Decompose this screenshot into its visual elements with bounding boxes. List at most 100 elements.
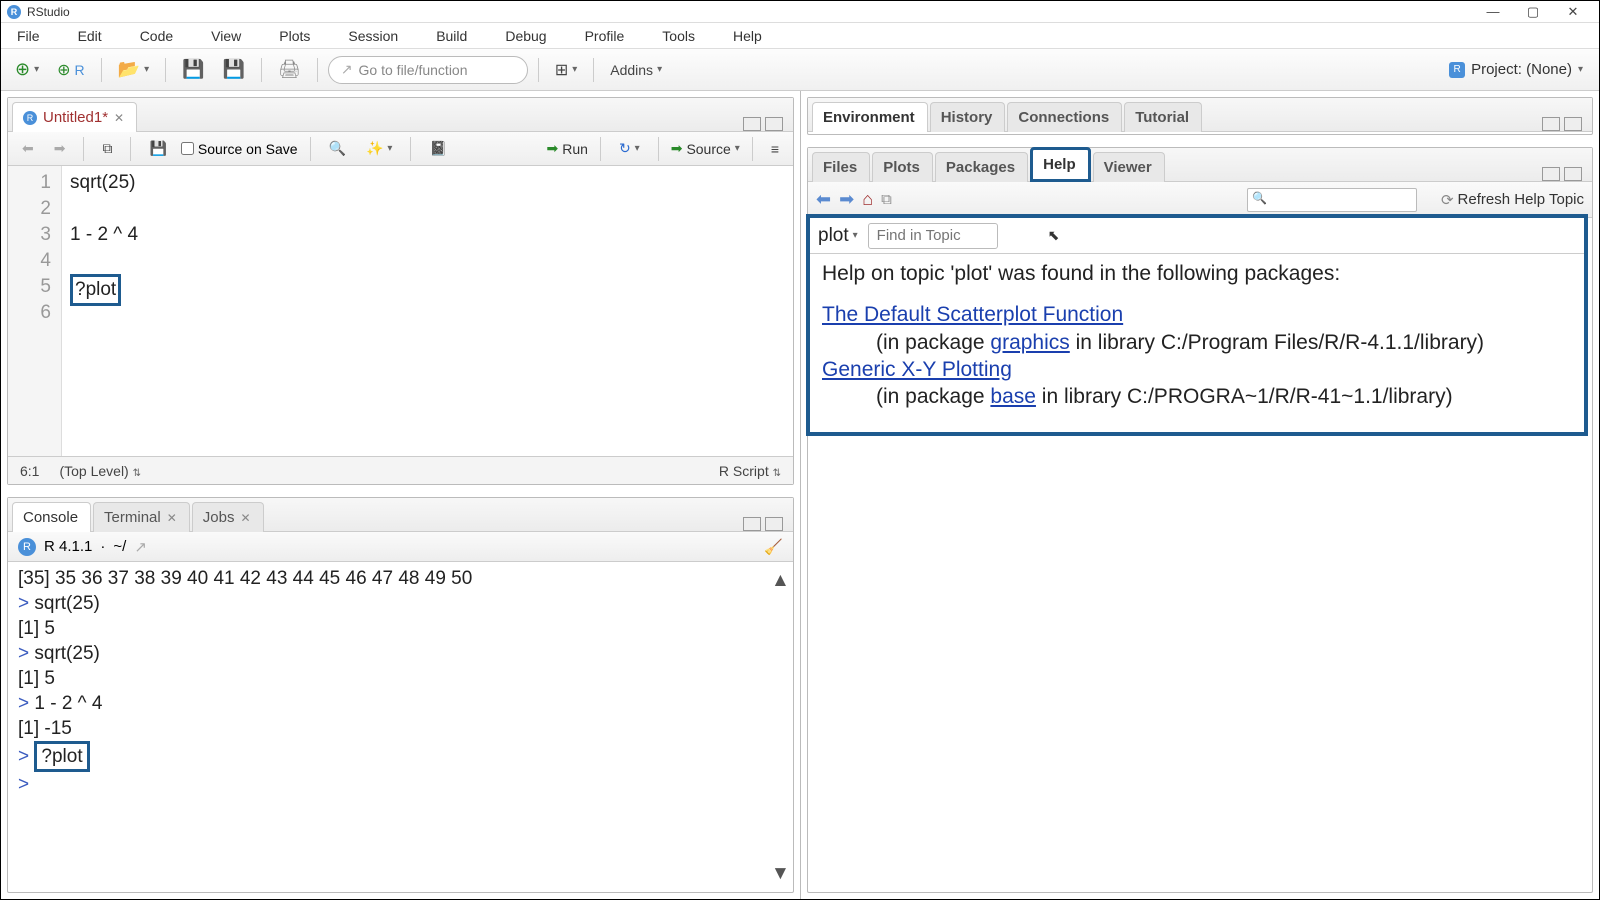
rstudio-logo-icon: R [7,5,21,19]
minimize-pane-icon[interactable] [1542,167,1560,181]
help-home-icon[interactable]: ⌂ [862,189,873,210]
notebook-button[interactable]: 📓 [423,136,452,161]
find-button[interactable]: 🔍 [323,136,352,161]
help-tabs: Files Plots Packages Help Viewer [808,148,1592,182]
refresh-help-button[interactable]: ⟳Refresh Help Topic [1441,191,1584,209]
outline-button[interactable]: ≡ [765,137,785,161]
editor-body[interactable]: 123456 sqrt(25) 1 - 2 ^ 4 ?plot [8,166,793,456]
new-project-button[interactable]: ⊕R [51,56,91,84]
help-package-link[interactable]: graphics [990,331,1069,354]
grid-view-button[interactable]: ⊞▾ [549,56,583,84]
menu-session[interactable]: Session [348,28,398,44]
menu-file[interactable]: File [17,28,40,44]
help-result-link[interactable]: Generic X-Y Plotting [822,358,1012,381]
help-result-link[interactable]: The Default Scatterplot Function [822,303,1123,326]
console-pane: Console Terminal ✕ Jobs ✕ R R 4.1.1 · ~/… [7,497,794,893]
minimize-button[interactable]: — [1473,4,1513,19]
help-popout-icon[interactable]: ⧉ [881,191,892,208]
menu-code[interactable]: Code [140,28,173,44]
tab-history[interactable]: History [930,102,1006,132]
editor-statusbar: 6:1 (Top Level) ⇅ R Script ⇅ [8,456,793,484]
menu-view[interactable]: View [211,28,241,44]
close-button[interactable]: ✕ [1553,4,1593,20]
minimize-pane-icon[interactable] [743,517,761,531]
help-back-button[interactable]: ⬅ [816,189,831,210]
menu-help[interactable]: Help [733,28,762,44]
menu-tools[interactable]: Tools [662,28,695,44]
wand-button[interactable]: ✨▾ [360,136,398,161]
separator [261,58,262,82]
tab-console[interactable]: Console [12,502,91,532]
code-area[interactable]: sqrt(25) 1 - 2 ^ 4 ?plot [62,166,793,456]
maximize-pane-icon[interactable] [765,117,783,131]
tab-help[interactable]: Help [1030,147,1091,182]
clear-console-icon[interactable]: 🧹 [764,538,783,556]
file-type-selector[interactable]: R Script ⇅ [719,463,781,479]
maximize-pane-icon[interactable] [1564,167,1582,181]
save-button[interactable]: 💾 [176,55,210,84]
minimize-pane-icon[interactable] [743,117,761,131]
console-output[interactable]: ▲ ▼ [35] 35 36 37 38 39 40 41 42 43 44 4… [8,562,793,892]
separator [538,58,539,82]
forward-button[interactable]: ➡ [48,136,72,161]
tab-plots[interactable]: Plots [872,152,933,182]
show-in-new-window-button[interactable]: ⧉ [96,136,118,161]
maximize-button[interactable]: ▢ [1513,4,1553,20]
menu-build[interactable]: Build [436,28,467,44]
help-toolbar: ⬅ ➡ ⌂ ⧉ ⟳Refresh Help Topic [808,182,1592,218]
tab-packages[interactable]: Packages [935,152,1028,182]
help-heading: Help on topic 'plot' was found in the fo… [822,260,1572,287]
tab-environment[interactable]: Environment [812,102,928,132]
addins-button[interactable]: Addins ▾ [604,58,668,82]
scroll-up-icon[interactable]: ▲ [771,568,791,593]
separator [101,58,102,82]
help-topic-selector[interactable]: plot ▾ [818,225,858,247]
source-pane: R Untitled1* ✕ ⬅ ➡ ⧉ 💾 Source on Save [7,97,794,485]
menu-plots[interactable]: Plots [279,28,310,44]
menu-profile[interactable]: Profile [585,28,625,44]
scroll-down-icon[interactable]: ▼ [771,861,791,886]
help-forward-button[interactable]: ➡ [839,189,854,210]
rerun-button[interactable]: ↻▾ [613,136,646,161]
open-file-button[interactable]: 📂▾ [112,55,155,84]
help-package-link[interactable]: base [990,385,1036,408]
close-tab-icon[interactable]: ✕ [240,511,250,525]
help-content: Help on topic 'plot' was found in the fo… [810,254,1584,418]
source-button[interactable]: ➡Source ▾ [671,140,740,157]
menu-edit[interactable]: Edit [78,28,102,44]
source-on-save-checkbox[interactable]: Source on Save [181,141,298,157]
scope-selector[interactable]: (Top Level) ⇅ [59,463,141,479]
help-search-input[interactable] [1247,188,1417,212]
source-tab-untitled1[interactable]: R Untitled1* ✕ [12,102,137,132]
separator [593,58,594,82]
save-all-button[interactable]: 💾 [217,55,251,84]
editor-toolbar: ⬅ ➡ ⧉ 💾 Source on Save 🔍 ✨▾ 📓 ➡Run ↻▾ [8,132,793,166]
new-file-button[interactable]: ⊕▾ [9,55,45,84]
find-in-topic-input[interactable] [868,223,998,249]
menu-debug[interactable]: Debug [505,28,546,44]
tab-viewer[interactable]: Viewer [1093,152,1165,182]
save-editor-button[interactable]: 💾 [143,136,172,161]
run-button[interactable]: ➡Run [547,140,588,157]
tab-tutorial[interactable]: Tutorial [1124,102,1202,132]
separator [165,58,166,82]
environment-pane: Environment History Connections Tutorial [807,97,1593,135]
goto-file-input[interactable]: ↗ Go to file/function [328,56,528,84]
close-tab-icon[interactable]: ✕ [167,511,177,525]
cursor-icon: ⬉ [1048,227,1060,244]
print-button[interactable]: 🖨 [272,55,307,84]
close-tab-icon[interactable]: ✕ [114,111,124,125]
back-button[interactable]: ⬅ [16,136,40,161]
tab-files[interactable]: Files [812,152,870,182]
tab-connections[interactable]: Connections [1007,102,1122,132]
maximize-pane-icon[interactable] [1564,117,1582,131]
project-selector[interactable]: R Project: (None) ▾ [1449,61,1591,78]
main-toolbar: ⊕▾ ⊕R 📂▾ 💾 💾 🖨 ↗ Go to file/function ⊞▾ … [1,49,1599,91]
tab-terminal[interactable]: Terminal ✕ [93,502,190,532]
help-highlighted-region: plot ▾ ⬉ Help on topic 'plot' was found … [806,214,1588,436]
tab-jobs[interactable]: Jobs ✕ [192,502,264,532]
maximize-pane-icon[interactable] [765,517,783,531]
popout-icon[interactable]: ↗ [134,538,147,556]
r-file-icon: R [23,111,37,125]
minimize-pane-icon[interactable] [1542,117,1560,131]
